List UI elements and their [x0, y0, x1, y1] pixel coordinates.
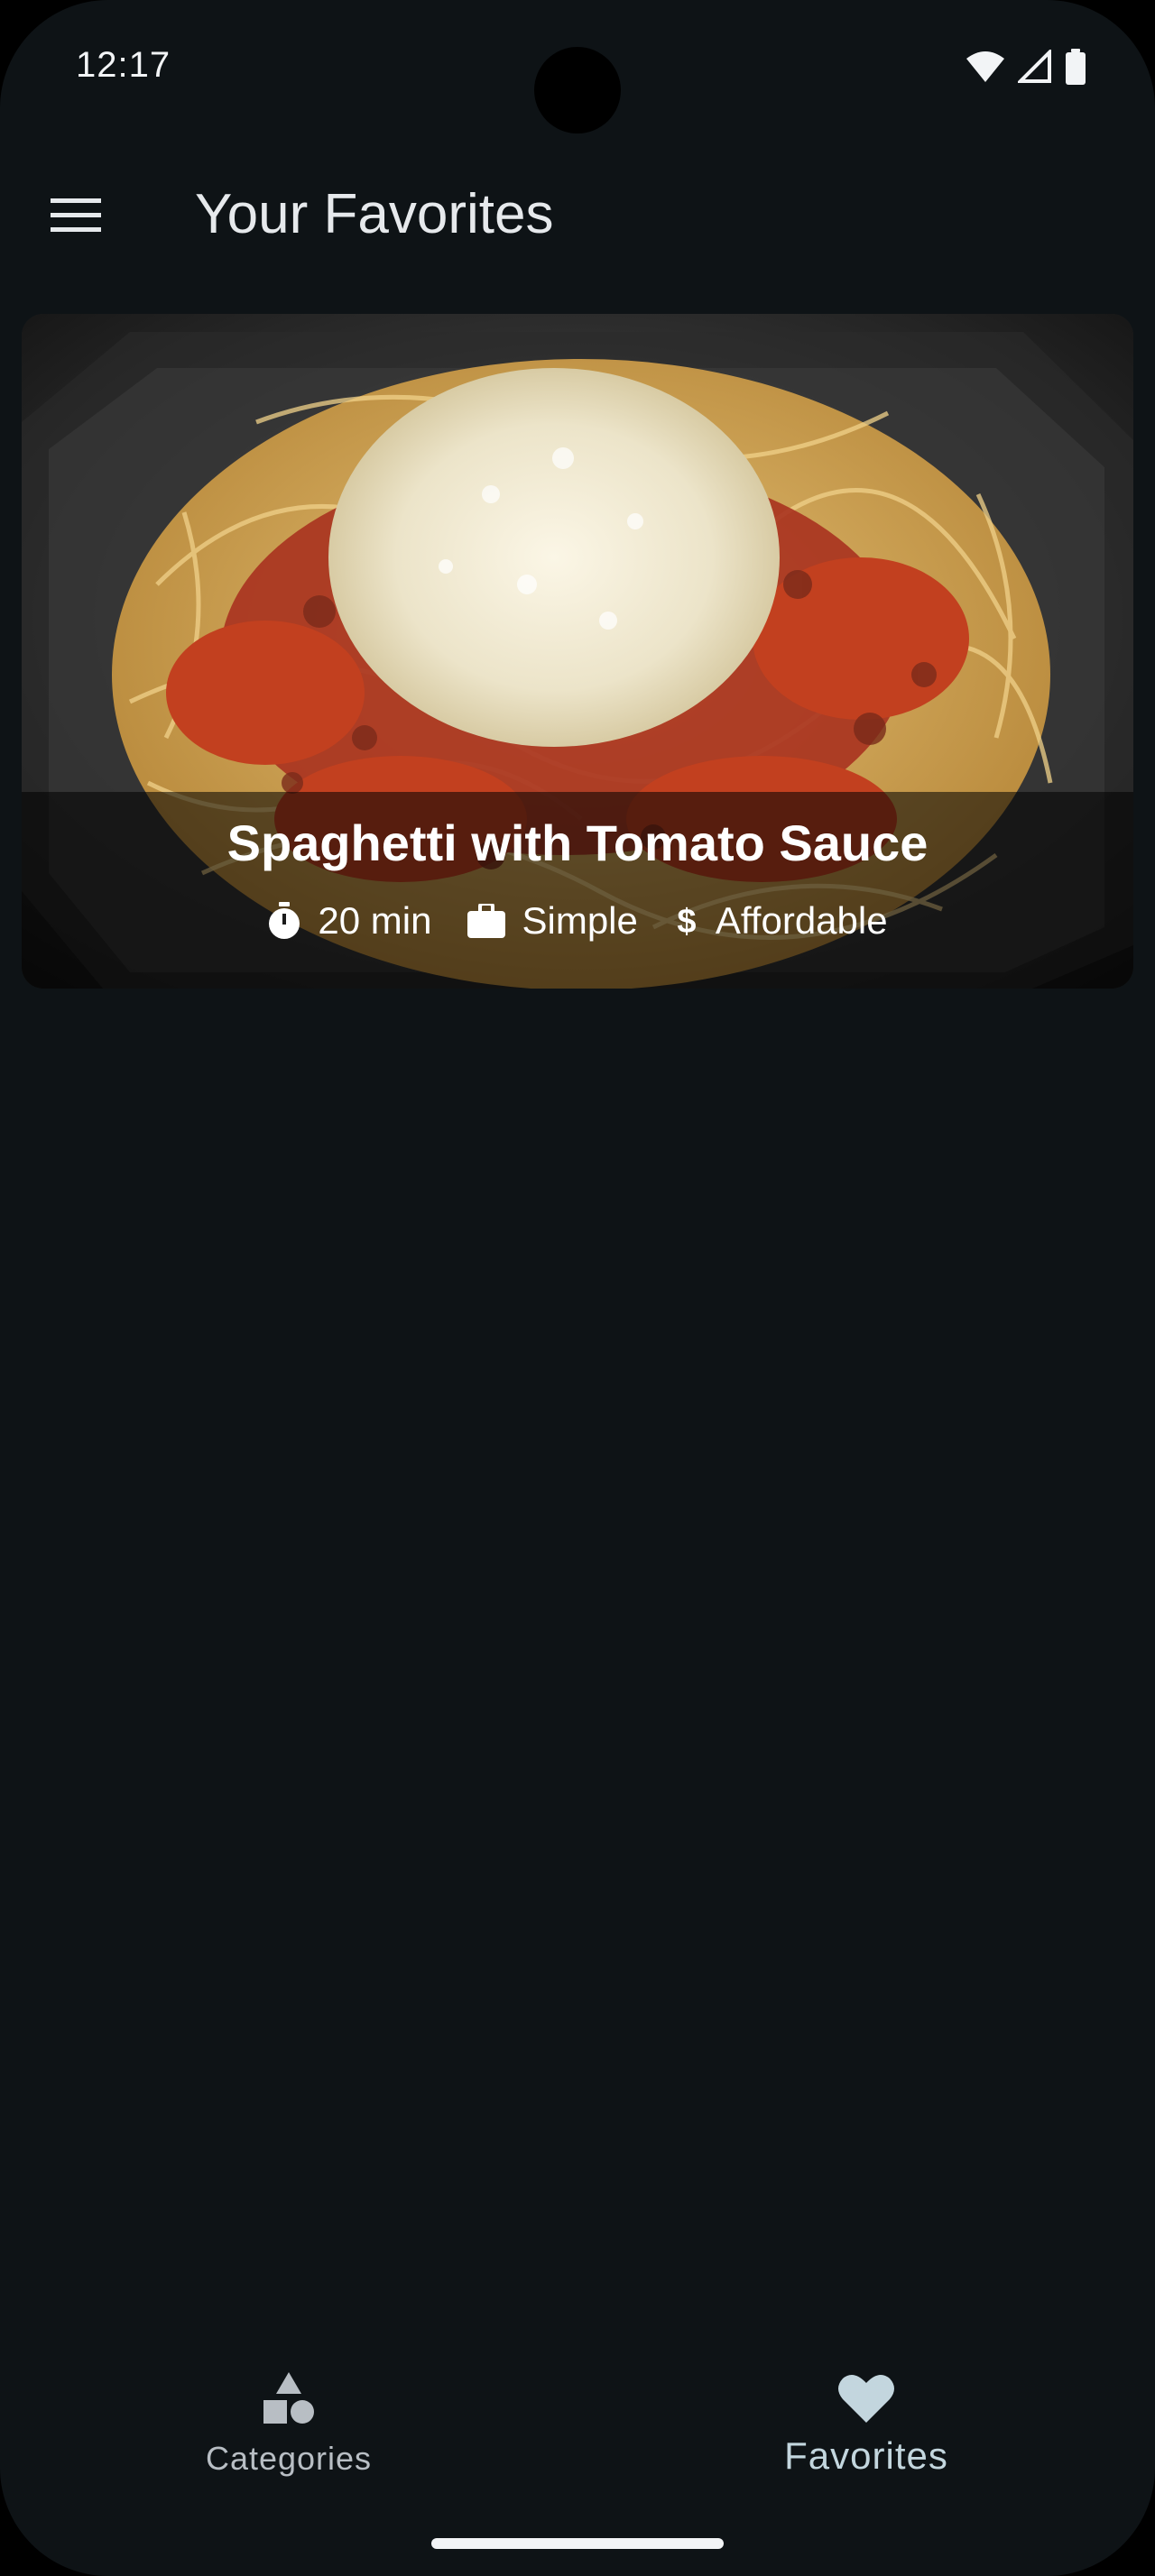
- nav-label-categories: Categories: [205, 2440, 373, 2477]
- briefcase-icon: [467, 904, 506, 938]
- timer-icon: [267, 902, 301, 940]
- hamburger-menu-icon: [51, 197, 101, 237]
- meal-affordability: $ Affordable: [674, 899, 888, 943]
- meal-meta: 20 min Simple $ Affordable: [267, 899, 888, 943]
- home-indicator[interactable]: [431, 2538, 724, 2549]
- page-title: Your Favorites: [195, 183, 554, 245]
- front-camera: [534, 47, 621, 133]
- status-bar: 12:17: [0, 0, 1155, 135]
- battery-icon: [1065, 49, 1086, 85]
- nav-label-favorites: Favorites: [784, 2434, 948, 2477]
- nav-item-favorites[interactable]: Favorites: [713, 2372, 1020, 2498]
- categories-shapes-icon: [262, 2372, 316, 2431]
- dollar-icon: $: [674, 902, 699, 940]
- nav-item-categories[interactable]: Categories: [135, 2372, 442, 2498]
- status-time: 12:17: [76, 45, 171, 85]
- heart-icon: [837, 2372, 895, 2429]
- meal-info-overlay: Spaghetti with Tomato Sauce 20 min Simpl…: [22, 792, 1133, 989]
- meal-card[interactable]: Spaghetti with Tomato Sauce 20 min Simpl…: [22, 314, 1133, 989]
- meal-title: Spaghetti with Tomato Sauce: [226, 814, 929, 871]
- meal-duration-text: 20 min: [318, 899, 432, 942]
- phone-screen: 12:17 Your Favorites Spaghetti with Toma…: [0, 0, 1155, 2576]
- svg-text:$: $: [677, 903, 696, 940]
- cellular-signal-icon: [1018, 50, 1052, 84]
- meal-affordability-text: Affordable: [715, 899, 888, 942]
- bottom-navigation: Categories Favorites: [0, 2345, 1155, 2507]
- meal-duration: 20 min: [267, 899, 431, 943]
- app-bar: Your Favorites: [0, 153, 1155, 280]
- meal-complexity-text: Simple: [522, 899, 638, 942]
- menu-button[interactable]: [40, 180, 112, 253]
- status-icons: [966, 47, 1086, 87]
- wifi-icon: [966, 50, 1005, 84]
- meal-complexity: Simple: [467, 899, 638, 943]
